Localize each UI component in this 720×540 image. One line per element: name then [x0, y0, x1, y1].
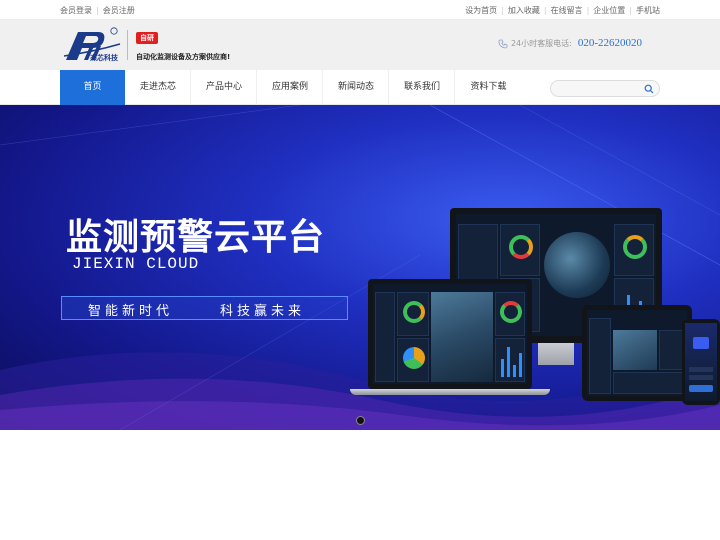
self-developed-badge: 自研: [136, 32, 158, 44]
laptop-screen: [373, 284, 527, 384]
nav-item-home[interactable]: 首页: [60, 70, 125, 105]
search-input[interactable]: [557, 83, 641, 95]
laptop-map: [431, 292, 493, 382]
nav-item-about[interactable]: 走进杰芯: [126, 70, 191, 105]
tablet-map: [613, 330, 657, 370]
monitor-donut-chart-2: [623, 235, 647, 259]
banner-subtitle: JIEXIN CLOUD: [72, 255, 200, 273]
banner-tagline-box: 智能新时代 科技赢未来: [61, 296, 348, 320]
banner-tagline-1: 智能新时代: [88, 304, 174, 319]
laptop-donut-chart: [403, 301, 425, 323]
laptop-pie-panel: [397, 338, 429, 382]
content-area: [0, 430, 720, 540]
laptop-donut-chart-2: [500, 301, 522, 323]
laptop-pie-chart: [403, 347, 425, 369]
tablet-bottom-panel: [613, 372, 685, 394]
add-favorite-link[interactable]: 加入收藏: [508, 6, 540, 15]
laptop-base: [350, 389, 550, 395]
tablet-mockup: [582, 305, 692, 401]
member-links: 会员登录 | 会员注册: [60, 6, 135, 15]
nav-item-news[interactable]: 新闻动态: [324, 70, 389, 105]
site-header: 杰芯科技 自研 自动化监测设备及方案供应商! 24小时客服电话: 020-2262…: [0, 20, 720, 70]
company-slogan: 自动化监测设备及方案供应商!: [136, 53, 231, 61]
tablet-screen: [587, 310, 687, 396]
laptop-right-panel: [495, 292, 525, 336]
header-divider: [127, 30, 128, 60]
monitor-chart-panel: [500, 224, 540, 276]
monitor-stand: [538, 343, 574, 365]
search-icon[interactable]: [644, 84, 654, 94]
top-utility-bar: 会员登录 | 会员注册 设为首页 | 加入收藏 | 在线留言 | 企业位置 | 手机站: [0, 0, 720, 20]
tablet-sidebar: [589, 318, 611, 394]
company-location-link[interactable]: 企业位置: [593, 6, 625, 15]
phone-icon: [498, 39, 508, 48]
laptop-bar-panel: [495, 338, 525, 382]
hero-banner[interactable]: 监测预警云平台 JIEXIN CLOUD 智能新时代 科技赢未来: [0, 105, 720, 430]
phone-app-logo: [693, 337, 709, 349]
banner-title: 监测预警云平台: [66, 216, 326, 258]
mobile-site-link[interactable]: 手机站: [636, 6, 660, 15]
online-message-link[interactable]: 在线留言: [551, 6, 583, 15]
set-homepage-link[interactable]: 设为首页: [465, 6, 497, 15]
laptop-lid: [368, 279, 532, 389]
member-login-link[interactable]: 会员登录: [60, 6, 92, 15]
phone-screen: [685, 323, 717, 401]
laptop-chart-panel: [397, 292, 429, 336]
logo-text: 杰芯科技: [90, 54, 118, 62]
nav-item-products[interactable]: 产品中心: [192, 70, 257, 105]
nav-item-downloads[interactable]: 资料下载: [456, 70, 521, 105]
nav-item-contact[interactable]: 联系我们: [390, 70, 455, 105]
monitor-globe: [544, 232, 610, 298]
monitor-right-panel: [614, 224, 654, 276]
utility-links: 设为首页 | 加入收藏 | 在线留言 | 企业位置 | 手机站: [465, 6, 660, 15]
hotline: 24小时客服电话: 020-22620020: [498, 37, 642, 49]
search-box: [550, 80, 660, 97]
main-nav: 首页 走进杰芯 产品中心 应用案例 新闻动态 联系我们 资料下载: [0, 70, 720, 105]
hotline-number: 020-22620020: [577, 37, 642, 49]
slider-pagination-dot[interactable]: [356, 416, 365, 425]
member-register-link[interactable]: 会员注册: [103, 6, 135, 15]
nav-item-cases[interactable]: 应用案例: [258, 70, 323, 105]
hotline-label: 24小时客服电话:: [510, 39, 572, 48]
laptop-sidebar: [375, 292, 395, 382]
phone-mockup: [682, 319, 720, 405]
banner-tagline-2: 科技赢未来: [220, 304, 306, 319]
monitor-donut-chart: [509, 235, 533, 259]
